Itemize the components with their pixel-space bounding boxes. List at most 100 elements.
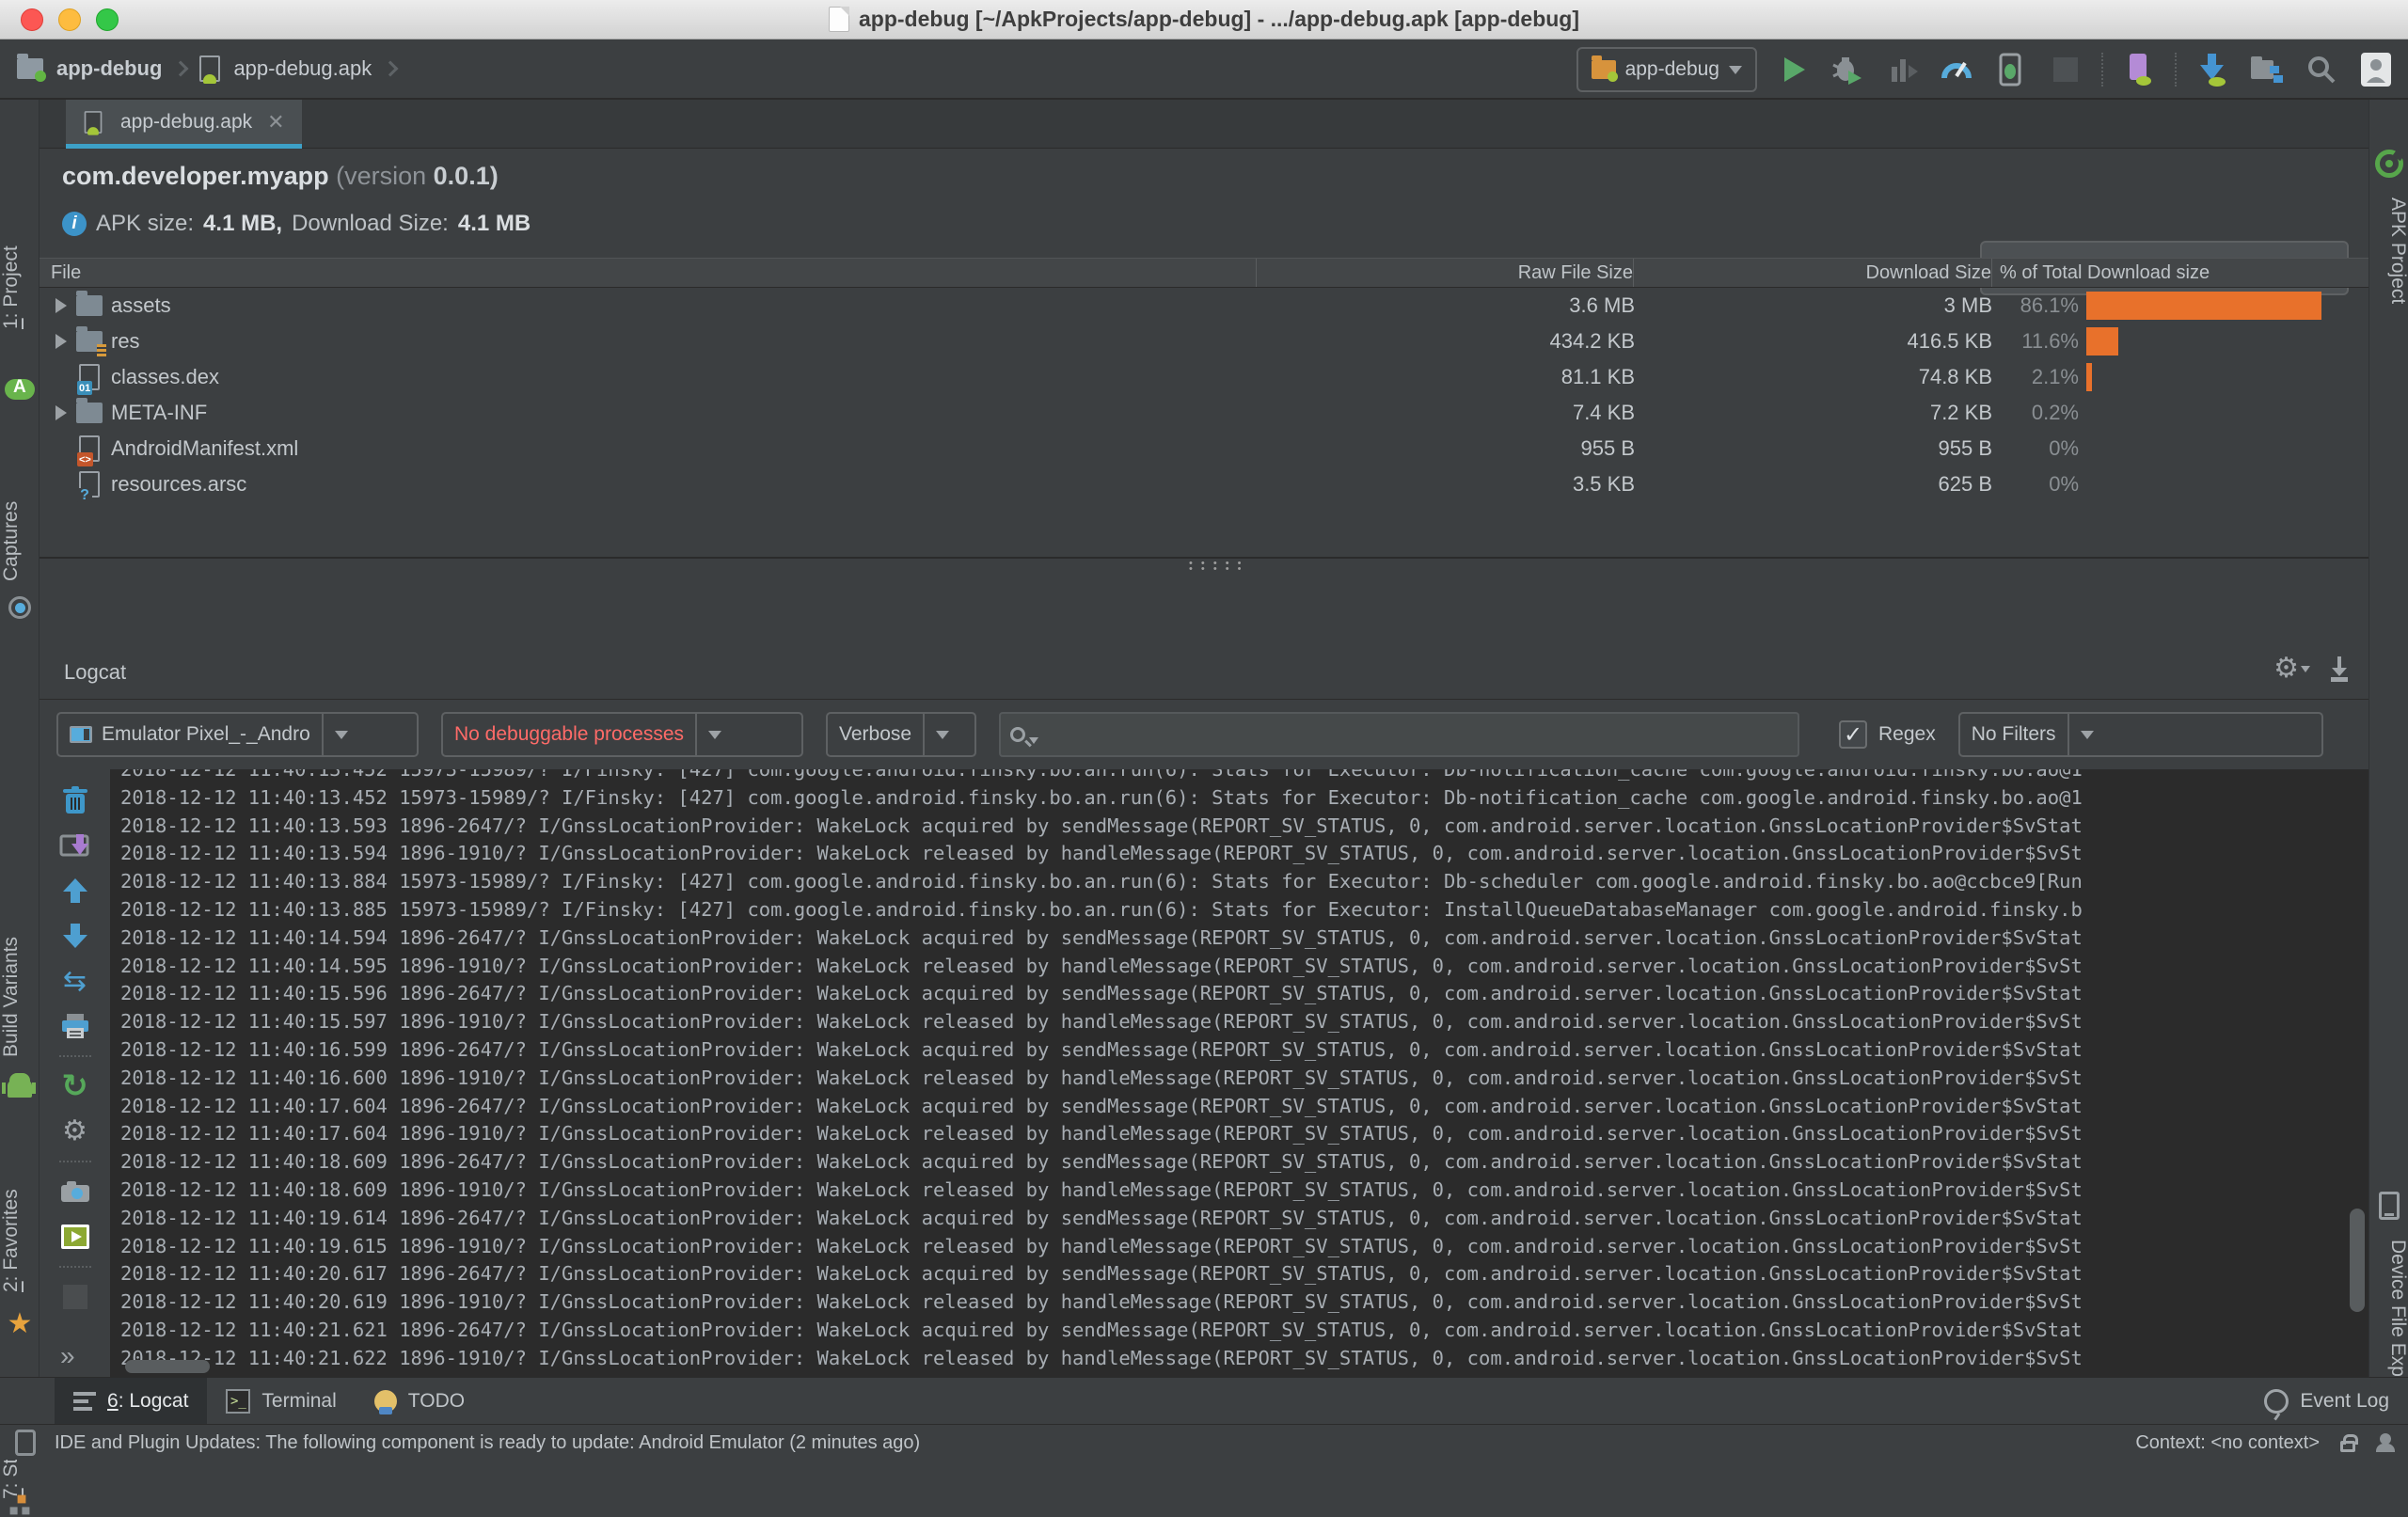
column-header-percent[interactable]: % of Total Download size (1992, 262, 2368, 284)
logcat-header-gear-icon[interactable]: ⚙ (59, 1115, 91, 1147)
tab-terminal[interactable]: >_ Terminal (207, 1378, 355, 1425)
android-robot-icon[interactable] (5, 1074, 35, 1104)
sidebar-item-apk-project[interactable]: APK Project (2369, 198, 2408, 386)
logcat-output[interactable]: 2018-12-12 11:40:13.452 15973-15989/? I/… (111, 769, 2368, 1377)
chevron-right-icon (383, 61, 399, 77)
apk-project-icon[interactable] (2374, 149, 2404, 179)
column-header-raw-size[interactable]: Raw File Size (1257, 262, 1633, 284)
column-header-download-size[interactable]: Download Size (1634, 262, 1991, 284)
table-row[interactable]: <> AndroidManifest.xml 955 B 955 B 0% (40, 431, 2368, 466)
breadcrumb-project[interactable]: app-debug (56, 56, 162, 81)
splitter-grip-icon[interactable]: • • • • •• • • • • (1189, 561, 1230, 572)
down-stack-trace-button[interactable] (59, 920, 91, 952)
filter-selector[interactable]: No Filters (1958, 712, 2323, 757)
sidebar-item-favorites[interactable]: 2: Favorites (0, 1151, 40, 1292)
arsc-file-icon: ? (73, 471, 105, 498)
stop-disabled-button[interactable] (59, 1281, 91, 1313)
structure-icon[interactable] (8, 1493, 32, 1517)
titlebar: app-debug [~/ApkProjects/app-debug] - ..… (0, 0, 2408, 40)
search-everywhere-button[interactable] (2303, 51, 2340, 88)
background-tasks-icon[interactable] (15, 1430, 36, 1456)
print-button[interactable] (59, 1010, 91, 1042)
profiler-button[interactable] (1938, 51, 1975, 88)
regex-checkbox[interactable]: ✓ (1839, 720, 1867, 749)
column-header-file[interactable]: File (40, 262, 1256, 284)
device-phone-icon[interactable] (2374, 1191, 2404, 1221)
clear-logcat-button[interactable] (59, 784, 91, 816)
profiler-icon (1940, 54, 1973, 86)
close-window-button[interactable] (21, 8, 43, 31)
log-line: 2018-12-12 11:40:21.621 1896-2647/? I/Gn… (120, 1317, 2368, 1345)
logcat-settings-button[interactable]: ⚙ (2273, 655, 2310, 683)
attach-debugger-button[interactable] (1992, 51, 2030, 88)
table-row[interactable]: ? resources.arsc 3.5 KB 625 B 0% (40, 466, 2368, 502)
log-line: 2018-12-12 11:40:20.617 1896-2647/? I/Gn… (120, 1260, 2368, 1288)
table-row[interactable]: META-INF 7.4 KB 7.2 KB 0.2% (40, 395, 2368, 431)
logcat-side-toolbar: ⇆ ↻ ⚙ (40, 769, 111, 1377)
screen-capture-button[interactable] (59, 1176, 91, 1208)
hector-settings-icon[interactable] (2376, 1433, 2395, 1452)
info-icon: i (62, 212, 87, 236)
horizontal-scrollbar[interactable] (125, 1360, 210, 1373)
chevron-down-icon (335, 731, 348, 739)
run-button[interactable] (1774, 51, 1812, 88)
debug-button[interactable] (1829, 51, 1866, 88)
log-level-selector[interactable]: Verbose (826, 712, 976, 757)
android-studio-window: app-debug [~/ApkProjects/app-debug] - ..… (0, 0, 2408, 1460)
screen-record-icon (59, 1223, 91, 1251)
soft-wraps-icon[interactable]: ⇆ (59, 965, 91, 997)
print-icon (60, 1012, 90, 1040)
file-table: assets 3.6 MB 3 MB 86.1% res 434.2 KB 41… (40, 288, 2368, 502)
sidebar-item-project[interactable]: 1: Project (0, 213, 40, 363)
table-row[interactable]: 01 classes.dex 81.1 KB 74.8 KB 2.1% (40, 359, 2368, 395)
sidebar-item-captures[interactable]: Captures (0, 459, 40, 581)
process-selector-label: No debuggable processes (454, 723, 684, 746)
search-icon (1010, 727, 1025, 742)
process-selector[interactable]: No debuggable processes (441, 712, 803, 757)
run-configuration-select[interactable]: app-debug (1576, 47, 1757, 92)
android-studio-icon[interactable] (5, 374, 35, 404)
zoom-window-button[interactable] (96, 8, 119, 31)
restart-icon[interactable]: ↻ (59, 1070, 91, 1102)
expand-arrow-icon[interactable] (49, 405, 73, 420)
star-icon[interactable]: ★ (5, 1309, 35, 1339)
close-tab-icon[interactable]: ✕ (267, 110, 284, 134)
up-stack-trace-button[interactable] (59, 875, 91, 907)
device-manager-button[interactable] (2248, 51, 2286, 88)
table-row[interactable]: res 434.2 KB 416.5 KB 11.6% (40, 324, 2368, 359)
logcat-search-input[interactable] (999, 712, 1799, 757)
chevron-right-icon (173, 61, 189, 77)
lock-icon[interactable] (2340, 1441, 2355, 1452)
export-log-button[interactable] (2327, 655, 2352, 683)
avatar-button[interactable] (2357, 51, 2395, 88)
logcat-panel-header: Logcat ⚙ (40, 647, 2368, 700)
table-row[interactable]: assets 3.6 MB 3 MB 86.1% (40, 288, 2368, 324)
breadcrumb-apk[interactable]: app-debug.apk (233, 56, 372, 81)
profile-button[interactable] (1883, 51, 1921, 88)
log-line: 2018-12-12 11:40:18.609 1896-2647/? I/Gn… (120, 1148, 2368, 1177)
status-message[interactable]: IDE and Plugin Updates: The following co… (55, 1432, 920, 1454)
stop-button[interactable] (2047, 51, 2084, 88)
layout-inspector-button[interactable] (2120, 51, 2158, 88)
sdk-manager-button[interactable] (2194, 51, 2231, 88)
log-line: 2018-12-12 11:40:19.614 1896-2647/? I/Gn… (120, 1205, 2368, 1233)
vertical-scrollbar[interactable] (2350, 1209, 2365, 1312)
device-selector[interactable]: Emulator Pixel_-_Andro (56, 712, 419, 757)
screen-record-button[interactable] (59, 1221, 91, 1253)
sidebar-item-build-variants[interactable]: Build Variants (0, 897, 40, 1057)
xml-file-icon: <> (73, 435, 105, 462)
captures-icon[interactable] (5, 593, 35, 623)
chevron-down-icon (1029, 737, 1038, 744)
minimize-window-button[interactable] (58, 8, 81, 31)
package-name: com.developer.myapp (62, 162, 329, 190)
expand-arrow-icon[interactable] (49, 298, 73, 313)
tab-logcat[interactable]: 6: Logcat (55, 1378, 207, 1425)
scroll-to-end-button[interactable] (59, 830, 91, 861)
expand-arrow-icon[interactable] (49, 334, 73, 349)
download-size: 625 B (1635, 472, 1992, 497)
more-chevrons-icon[interactable]: » (60, 1341, 75, 1371)
tab-app-debug-apk[interactable]: app-debug.apk ✕ (66, 100, 302, 149)
tab-todo[interactable]: TODO (356, 1378, 483, 1425)
event-log-button[interactable]: Event Log (2264, 1389, 2389, 1414)
log-line: 2018-12-12 11:40:13.884 15973-15989/? I/… (120, 868, 2368, 896)
